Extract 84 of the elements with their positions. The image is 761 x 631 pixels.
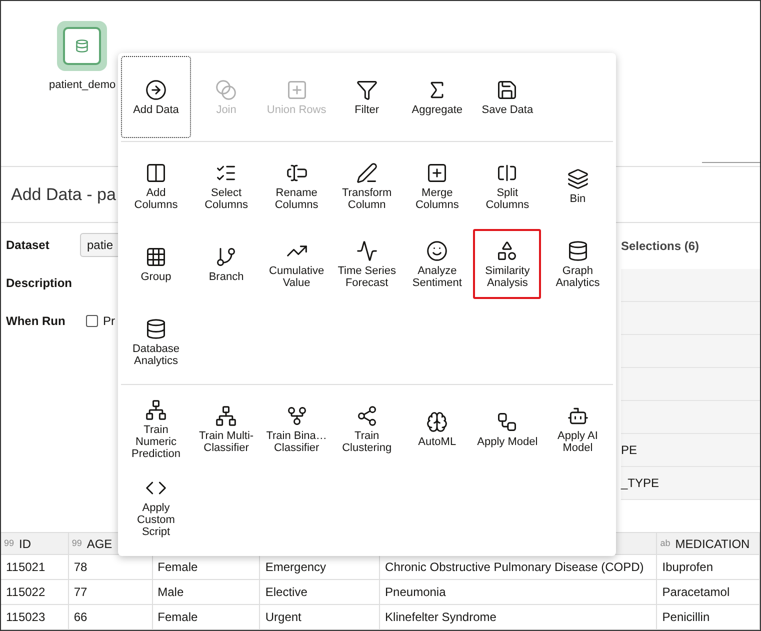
table-cell-text: Elective (265, 584, 308, 601)
menu-item[interactable]: Time Series Forecast (332, 228, 402, 300)
network-icon (145, 398, 167, 420)
menu-item[interactable]: Aggregate (402, 56, 472, 138)
table-cell-text: Pneumonia (385, 584, 446, 601)
menu-item[interactable]: Add Columns (121, 150, 191, 222)
layers-icon (566, 168, 589, 190)
table-cell-text: Male (158, 584, 184, 601)
arrow-circle-icon (145, 78, 167, 100)
database-icon (145, 318, 167, 340)
type-mark: 99 (4, 536, 14, 550)
menu-item[interactable]: Train Numeric Prediction (121, 393, 191, 465)
menu-item[interactable]: Database Analytics (121, 306, 191, 378)
panel-title: Add Data - pa (11, 184, 116, 206)
table-cell-text: Urgent (265, 609, 302, 626)
table-cell-text: Paracetamol (662, 584, 730, 601)
menu-item[interactable]: Branch (191, 228, 262, 300)
menu-item[interactable]: Group (121, 228, 191, 300)
menu-item[interactable]: Train Clustering (332, 393, 402, 465)
menu-item[interactable]: Apply Custom Script (121, 471, 191, 543)
column-header: MEDICATION (675, 536, 750, 552)
tree-icon (215, 404, 238, 426)
workflow-icon (496, 410, 518, 432)
menu-item[interactable]: Apply AI Model (542, 393, 613, 465)
menu-item[interactable]: Cumulative Value (262, 228, 332, 300)
branch-icon (215, 246, 238, 268)
type-mark: 99 (72, 536, 82, 550)
field-label: When Run (6, 313, 66, 330)
menu-item[interactable]: Select Columns (191, 150, 262, 222)
selections-tab[interactable]: Selections (6) (621, 223, 760, 269)
menu-item[interactable]: Similarity Analysis (472, 228, 542, 300)
menu-item[interactable]: Bin (542, 150, 613, 222)
node-label: patient_demo (49, 78, 116, 93)
table-cell-text: 115022 (6, 584, 46, 601)
column-name: _TYPE (621, 475, 660, 492)
plus-square-icon (426, 162, 448, 184)
columns-icon (145, 162, 167, 184)
menu-item[interactable]: Apply Model (472, 393, 542, 465)
pen-icon (356, 162, 378, 184)
table-cell-text: 66 (74, 609, 88, 626)
table-cell-text: 78 (74, 559, 88, 576)
column-header: AGE (86, 536, 112, 552)
overlap-circles-icon (215, 78, 238, 100)
menu-item[interactable]: AutoML (402, 393, 472, 465)
menu-item[interactable]: Merge Columns (402, 150, 472, 222)
column-name: PE (621, 442, 638, 459)
menu-item[interactable]: Analyze Sentiment (402, 228, 472, 300)
table-cell-text: 115023 (6, 609, 46, 626)
grid-icon (145, 246, 167, 268)
table-cell-text: Female (158, 609, 198, 626)
field-label: Description (6, 275, 74, 292)
table-cell-text: 115021 (6, 559, 46, 576)
menu-item[interactable]: Rename Columns (262, 150, 332, 222)
field-label: Dataset (6, 237, 50, 254)
menu-item[interactable]: Graph Analytics (542, 228, 613, 300)
checkbox[interactable] (86, 315, 98, 327)
column-header: ID (19, 536, 32, 552)
line-chart-icon (356, 240, 378, 262)
type-mark: ab (660, 536, 670, 550)
table-cell-text: Chronic Obstructive Pulmonary Disease (COPD) (385, 559, 644, 576)
menu-item[interactable]: Train Multi-Classifier (191, 393, 262, 465)
shapes-icon (496, 240, 518, 262)
menu-item[interactable]: Filter (332, 56, 402, 138)
table-cell-text: Klinefelter Syndrome (385, 609, 496, 626)
dataset-node[interactable] (57, 21, 108, 71)
menu-item[interactable]: Add Data (121, 56, 191, 138)
table-cell-text: Penicillin (662, 609, 710, 626)
fork-icon (286, 404, 308, 426)
table-cell-text: Ibuprofen (662, 559, 713, 576)
menu-item[interactable]: Transform Column (332, 150, 402, 222)
smiley-icon (426, 240, 448, 262)
table-cell-text: Emergency (265, 559, 326, 576)
plus-square-icon (286, 78, 308, 100)
checkbox-label: Pr (103, 313, 115, 330)
table-cell-text: Female (158, 559, 198, 576)
filter-icon (356, 78, 378, 100)
menu-item[interactable]: Train Bina…Classifier (262, 393, 332, 465)
menu-item[interactable]: Split Columns (472, 150, 542, 222)
cylinder-icon (566, 240, 589, 262)
database-icon (75, 39, 90, 53)
nodes-icon (356, 404, 378, 426)
menu-item[interactable]: Save Data (472, 56, 542, 138)
table-cell-text: 77 (74, 584, 88, 601)
brain-icon (426, 410, 448, 432)
